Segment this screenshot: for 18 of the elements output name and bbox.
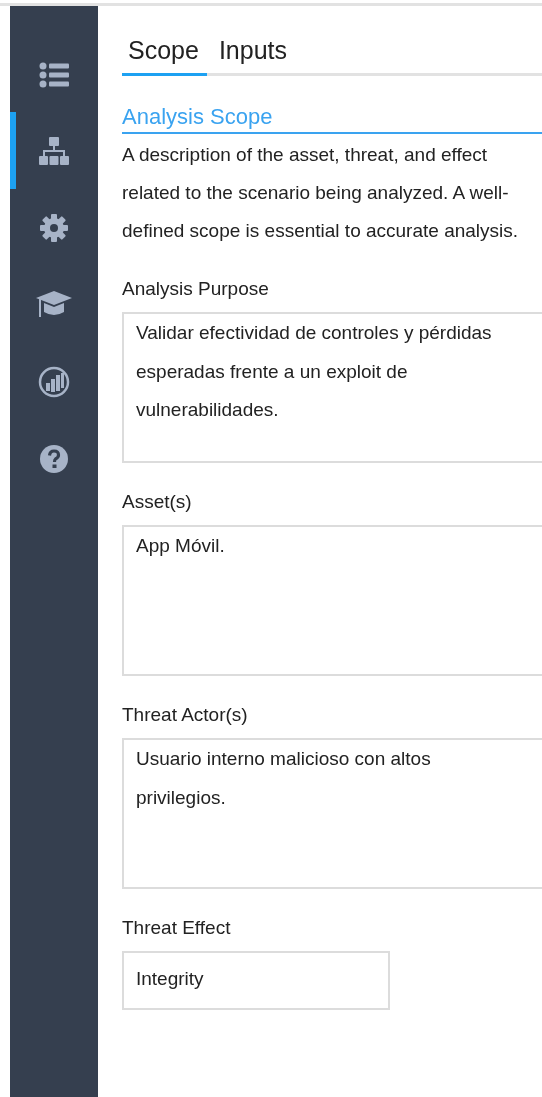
tab[interactable]: Inputs xyxy=(212,36,295,76)
input-field[interactable]: Integrity xyxy=(122,951,390,1010)
section-title: Analysis Scope xyxy=(122,104,542,134)
field-label: Asset(s) xyxy=(122,491,193,513)
graduation-cap-icon xyxy=(36,290,72,319)
field-label: Threat Actor(s) xyxy=(122,704,249,726)
text-area[interactable]: Validar efectividad de controles y pérdidas esperadas frente a un exploit de vulnerabilidades. xyxy=(122,312,542,463)
help-icon xyxy=(40,444,68,473)
tab[interactable]: Scope xyxy=(122,36,207,76)
section-description: A description of the asset, threat, and effect related to the scenario being analyzed. A well-defined scope is essential to accurate analysis. xyxy=(122,143,520,243)
field-label: Analysis Purpose xyxy=(122,278,270,300)
text-area[interactable]: Usuario interno malicioso con altos privilegios. xyxy=(122,738,542,889)
bar-chart-circle-icon xyxy=(38,365,70,398)
gear-icon xyxy=(40,213,68,242)
list-icon xyxy=(39,62,69,88)
field-label: Threat Effect xyxy=(122,917,232,939)
hierarchy-icon xyxy=(39,136,69,165)
text-area[interactable]: App Móvil. xyxy=(122,525,542,676)
